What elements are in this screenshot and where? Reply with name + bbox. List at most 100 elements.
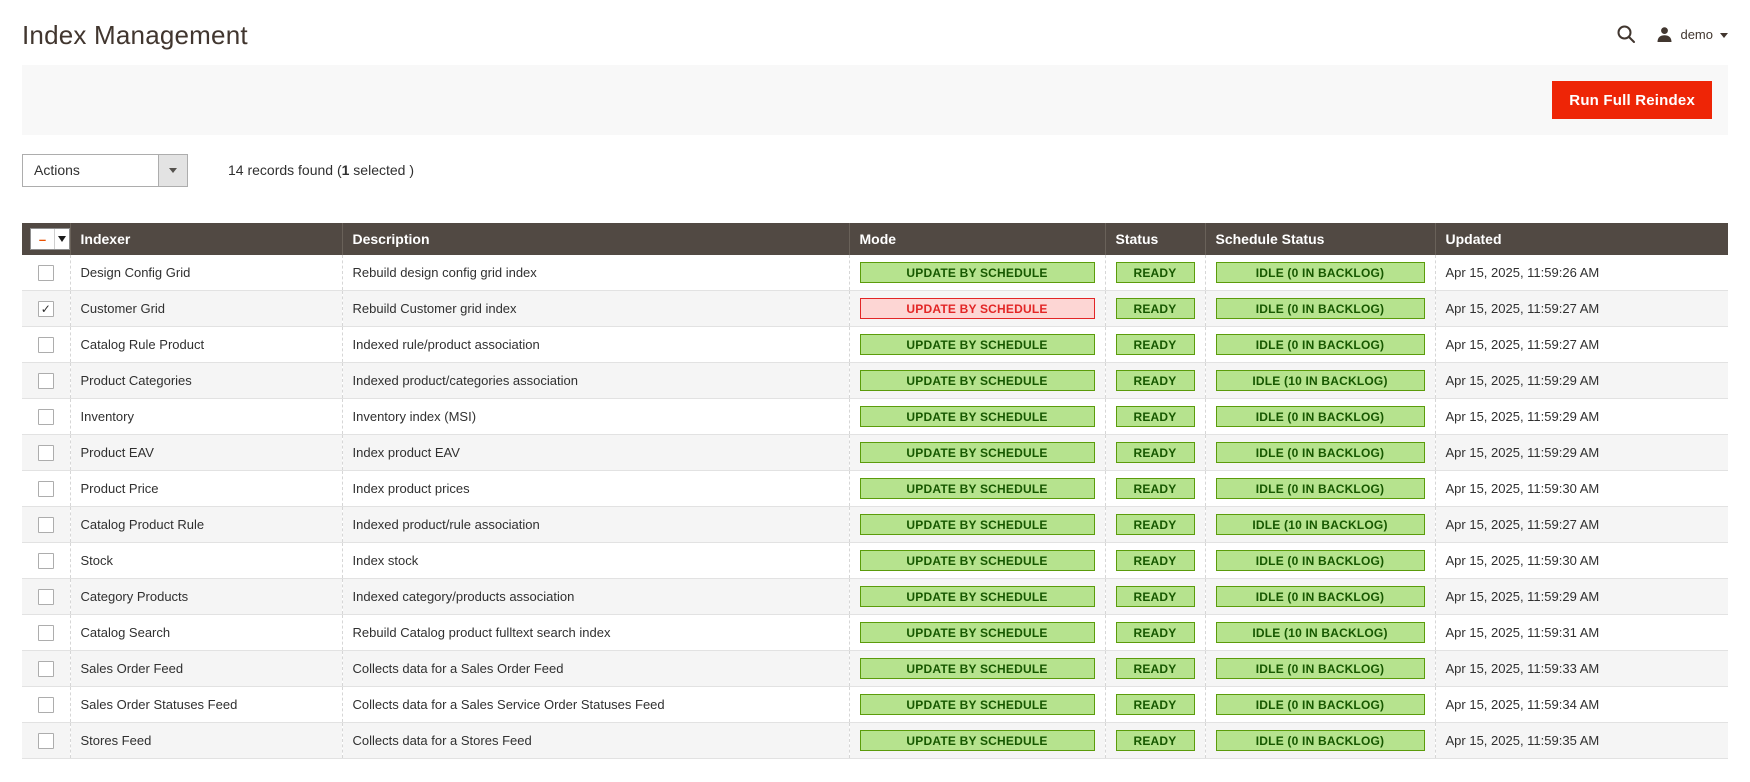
table-row: Category Products Indexed category/produ… <box>22 579 1728 615</box>
schedule-status-badge: IDLE (0 IN BACKLOG) <box>1216 262 1425 283</box>
select-all-dropdown[interactable]: – <box>30 228 70 250</box>
schedule-status-badge: IDLE (0 IN BACKLOG) <box>1216 550 1425 571</box>
cell-indexer: Category Products <box>70 579 342 615</box>
cell-updated: Apr 15, 2025, 11:59:35 AM <box>1435 723 1728 759</box>
chevron-down-icon <box>1720 33 1728 38</box>
cell-updated: Apr 15, 2025, 11:59:34 AM <box>1435 687 1728 723</box>
cell-updated: Apr 15, 2025, 11:59:27 AM <box>1435 291 1728 327</box>
mode-badge: UPDATE BY SCHEDULE <box>860 298 1095 319</box>
table-row: Design Config Grid Rebuild design config… <box>22 255 1728 291</box>
row-checkbox[interactable] <box>38 661 54 677</box>
mode-badge: UPDATE BY SCHEDULE <box>860 262 1095 283</box>
row-checkbox[interactable] <box>38 697 54 713</box>
user-menu[interactable]: demo <box>1656 26 1728 43</box>
mode-badge: UPDATE BY SCHEDULE <box>860 730 1095 751</box>
status-badge: READY <box>1116 370 1195 391</box>
cell-indexer: Product EAV <box>70 435 342 471</box>
mode-badge: UPDATE BY SCHEDULE <box>860 622 1095 643</box>
cell-description: Inventory index (MSI) <box>342 399 849 435</box>
cell-updated: Apr 15, 2025, 11:59:31 AM <box>1435 615 1728 651</box>
cell-updated: Apr 15, 2025, 11:59:29 AM <box>1435 579 1728 615</box>
cell-indexer: Sales Order Statuses Feed <box>70 687 342 723</box>
table-row: Product EAV Index product EAV UPDATE BY … <box>22 435 1728 471</box>
select-all-arrow[interactable] <box>54 229 69 249</box>
status-badge: READY <box>1116 478 1195 499</box>
table-row: Catalog Search Rebuild Catalog product f… <box>22 615 1728 651</box>
actions-dropdown[interactable]: Actions <box>22 154 188 187</box>
cell-description: Rebuild Customer grid index <box>342 291 849 327</box>
status-badge: READY <box>1116 262 1195 283</box>
schedule-status-badge: IDLE (0 IN BACKLOG) <box>1216 730 1425 751</box>
schedule-status-badge: IDLE (0 IN BACKLOG) <box>1216 442 1425 463</box>
page-actions-band: Run Full Reindex <box>22 65 1728 135</box>
cell-description: Indexed product/categories association <box>342 363 849 399</box>
cell-description: Collects data for a Sales Order Feed <box>342 651 849 687</box>
cell-description: Index product prices <box>342 471 849 507</box>
records-suffix-text: selected ) <box>349 162 414 178</box>
schedule-status-badge: IDLE (0 IN BACKLOG) <box>1216 478 1425 499</box>
page-header: Index Management demo <box>0 0 1750 51</box>
status-badge: READY <box>1116 730 1195 751</box>
cell-description: Rebuild design config grid index <box>342 255 849 291</box>
row-checkbox[interactable]: ✓ <box>38 301 54 317</box>
chevron-down-icon <box>169 168 177 173</box>
table-row: Sales Order Feed Collects data for a Sal… <box>22 651 1728 687</box>
cell-indexer: Catalog Rule Product <box>70 327 342 363</box>
schedule-status-badge: IDLE (0 IN BACKLOG) <box>1216 586 1425 607</box>
cell-indexer: Catalog Product Rule <box>70 507 342 543</box>
cell-updated: Apr 15, 2025, 11:59:30 AM <box>1435 543 1728 579</box>
column-header-updated: Updated <box>1435 223 1728 255</box>
cell-description: Index product EAV <box>342 435 849 471</box>
column-header-description: Description <box>342 223 849 255</box>
status-badge: READY <box>1116 658 1195 679</box>
mode-badge: UPDATE BY SCHEDULE <box>860 478 1095 499</box>
mode-badge: UPDATE BY SCHEDULE <box>860 370 1095 391</box>
table-row: Product Price Index product prices UPDAT… <box>22 471 1728 507</box>
cell-description: Collects data for a Stores Feed <box>342 723 849 759</box>
cell-description: Index stock <box>342 543 849 579</box>
schedule-status-badge: IDLE (0 IN BACKLOG) <box>1216 658 1425 679</box>
row-checkbox[interactable] <box>38 589 54 605</box>
mode-badge: UPDATE BY SCHEDULE <box>860 442 1095 463</box>
records-summary: 14 records found (1 selected ) <box>228 162 414 178</box>
cell-updated: Apr 15, 2025, 11:59:29 AM <box>1435 435 1728 471</box>
cell-indexer: Sales Order Feed <box>70 651 342 687</box>
row-checkbox[interactable] <box>38 409 54 425</box>
row-checkbox[interactable] <box>38 625 54 641</box>
status-badge: READY <box>1116 334 1195 355</box>
run-full-reindex-button[interactable]: Run Full Reindex <box>1552 81 1712 119</box>
row-checkbox[interactable] <box>38 481 54 497</box>
row-checkbox[interactable] <box>38 553 54 569</box>
row-checkbox[interactable] <box>38 373 54 389</box>
table-row: Inventory Inventory index (MSI) UPDATE B… <box>22 399 1728 435</box>
status-badge: READY <box>1116 694 1195 715</box>
index-table-body: Design Config Grid Rebuild design config… <box>22 255 1728 759</box>
status-badge: READY <box>1116 298 1195 319</box>
schedule-status-badge: IDLE (0 IN BACKLOG) <box>1216 334 1425 355</box>
status-badge: READY <box>1116 514 1195 535</box>
table-header-row: – Indexer Description Mode Status Schedu… <box>22 223 1728 255</box>
cell-indexer: Stores Feed <box>70 723 342 759</box>
row-checkbox[interactable] <box>38 445 54 461</box>
schedule-status-badge: IDLE (10 IN BACKLOG) <box>1216 514 1425 535</box>
cell-description: Indexed product/rule association <box>342 507 849 543</box>
row-checkbox[interactable] <box>38 337 54 353</box>
mode-badge: UPDATE BY SCHEDULE <box>860 334 1095 355</box>
cell-updated: Apr 15, 2025, 11:59:29 AM <box>1435 363 1728 399</box>
mode-badge: UPDATE BY SCHEDULE <box>860 658 1095 679</box>
row-checkbox[interactable] <box>38 265 54 281</box>
page-title: Index Management <box>22 20 248 51</box>
cell-indexer: Product Price <box>70 471 342 507</box>
table-row: Catalog Rule Product Indexed rule/produc… <box>22 327 1728 363</box>
row-checkbox[interactable] <box>38 733 54 749</box>
cell-updated: Apr 15, 2025, 11:59:27 AM <box>1435 507 1728 543</box>
actions-dropdown-arrow[interactable] <box>158 155 187 186</box>
row-checkbox[interactable] <box>38 517 54 533</box>
cell-indexer: Design Config Grid <box>70 255 342 291</box>
search-icon[interactable] <box>1616 24 1636 44</box>
cell-description: Collects data for a Sales Service Order … <box>342 687 849 723</box>
cell-description: Rebuild Catalog product fulltext search … <box>342 615 849 651</box>
grid-toolbar: Actions 14 records found (1 selected ) <box>22 153 1728 187</box>
cell-indexer: Catalog Search <box>70 615 342 651</box>
cell-indexer: Inventory <box>70 399 342 435</box>
